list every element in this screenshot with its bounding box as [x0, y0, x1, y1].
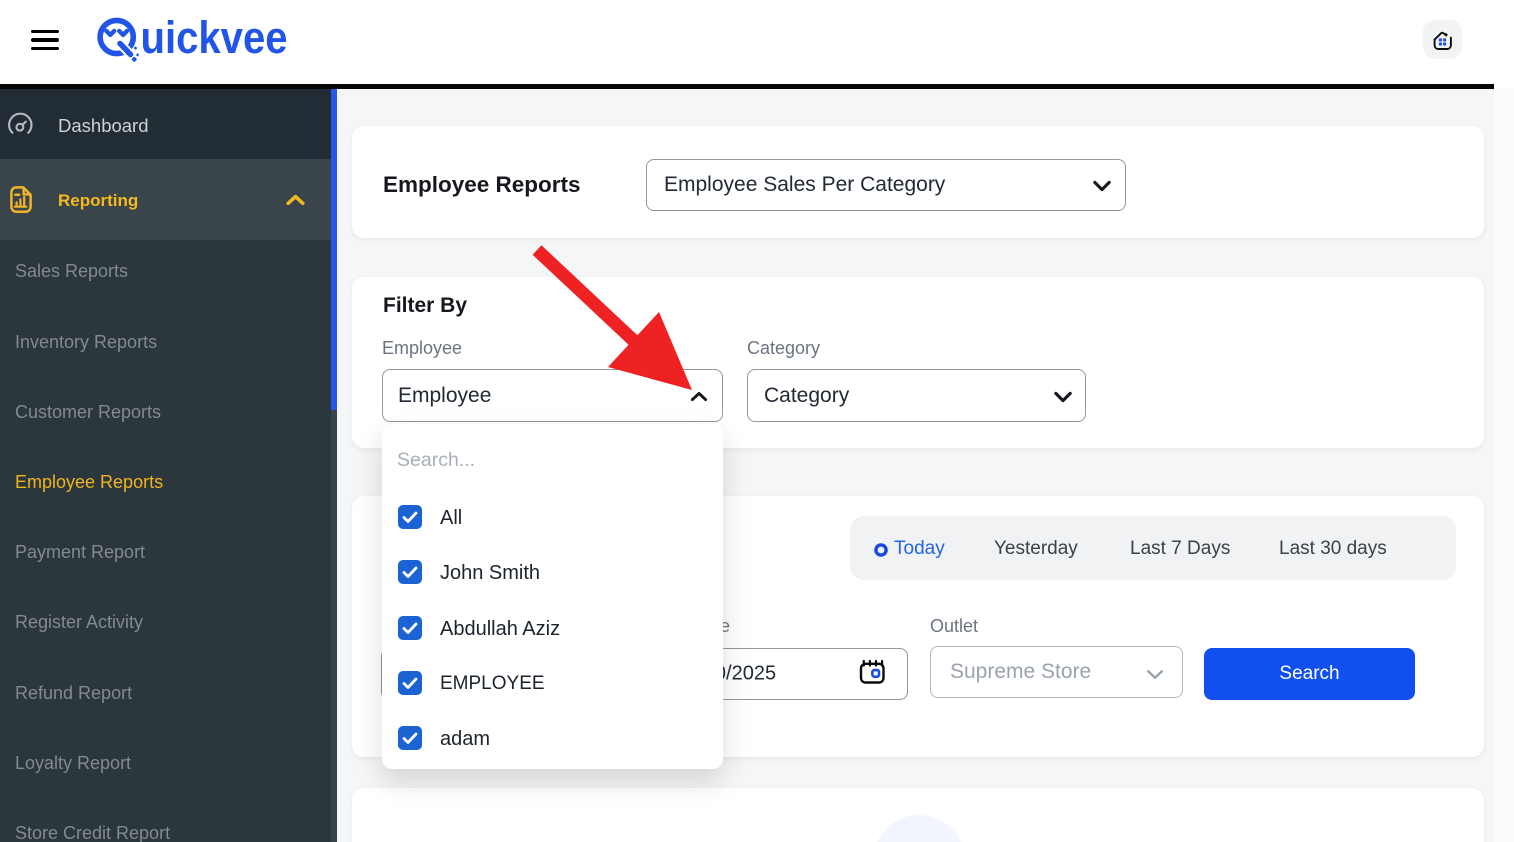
svg-text:uickvee: uickvee	[141, 12, 288, 63]
